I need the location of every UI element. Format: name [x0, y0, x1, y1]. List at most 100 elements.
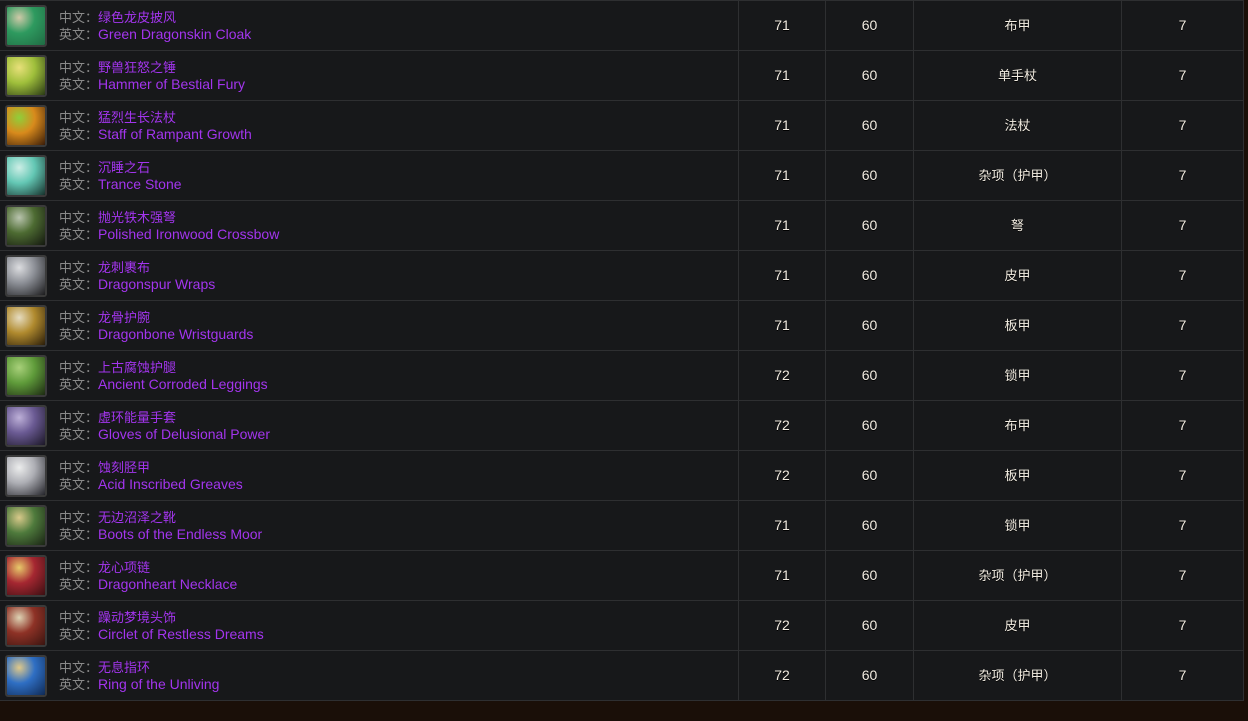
- english-label: 英文：: [59, 76, 99, 92]
- item-name-english-line: 英文：Dragonspur Wraps: [59, 276, 215, 293]
- circlet-of-restless-dreams-icon[interactable]: [5, 604, 47, 647]
- item-level-cell: 71: [738, 250, 826, 301]
- table-row[interactable]: 中文：龙刺裹布 英文：Dragonspur Wraps 71 60 皮甲 7: [0, 250, 1244, 301]
- item-type-value: 法杖: [1004, 118, 1031, 133]
- dragonspur-wraps-icon[interactable]: [5, 254, 47, 297]
- staff-of-rampant-growth-icon[interactable]: [5, 104, 47, 147]
- item-name-english[interactable]: Gloves of Delusional Power: [98, 426, 270, 442]
- item-name-chinese-line: 中文：沉睡之石: [59, 159, 182, 176]
- required-level-cell: 60: [825, 0, 914, 51]
- item-cell: 中文：无息指环 英文：Ring of the Unliving: [0, 650, 739, 701]
- required-level-cell: 60: [825, 500, 914, 551]
- table-row[interactable]: 中文：龙骨护腕 英文：Dragonbone Wristguards 71 60 板甲 7: [0, 300, 1244, 351]
- item-level-value: 72: [774, 617, 790, 633]
- table-row[interactable]: 中文：猛烈生长法杖 英文：Staff of Rampant Growth 71 60 法…: [0, 100, 1244, 151]
- item-name-chinese-line: 中文：龙心项链: [59, 559, 237, 576]
- item-name-chinese[interactable]: 虚环能量手套: [98, 410, 176, 425]
- item-type-cell: 皮甲: [913, 250, 1122, 301]
- dragonbone-wristguards-icon[interactable]: [5, 304, 47, 347]
- item-name-chinese[interactable]: 龙骨护腕: [98, 310, 150, 325]
- item-name-chinese[interactable]: 沉睡之石: [98, 160, 150, 175]
- chinese-label: 中文：: [59, 509, 99, 525]
- item-name-chinese[interactable]: 龙心项链: [98, 560, 150, 575]
- chinese-label: 中文：: [59, 259, 99, 275]
- item-count-cell: 7: [1121, 100, 1244, 151]
- item-count-cell: 7: [1121, 0, 1244, 51]
- item-name-chinese[interactable]: 上古腐蚀护腿: [98, 360, 176, 375]
- item-name-english[interactable]: Staff of Rampant Growth: [98, 126, 252, 142]
- table-row[interactable]: 中文：沉睡之石 英文：Trance Stone 71 60 杂项（护甲） 7: [0, 150, 1244, 201]
- chinese-label: 中文：: [59, 659, 99, 675]
- trance-stone-icon[interactable]: [5, 154, 47, 197]
- ring-of-the-unliving-icon[interactable]: [5, 654, 47, 697]
- item-name-english[interactable]: Green Dragonskin Cloak: [98, 26, 251, 42]
- item-type-value: 锁甲: [1004, 518, 1031, 533]
- item-name-english[interactable]: Dragonbone Wristguards: [98, 326, 253, 342]
- item-name-english[interactable]: Trance Stone: [98, 176, 182, 192]
- item-list-table: 中文：绿色龙皮披风 英文：Green Dragonskin Cloak 71 60 布甲…: [0, 0, 1244, 701]
- item-cell: 中文：无边沼泽之靴 英文：Boots of the Endless Moor: [0, 500, 739, 551]
- icon-art: [7, 456, 45, 495]
- item-name-chinese[interactable]: 绿色龙皮披风: [98, 10, 176, 25]
- item-type-cell: 布甲: [913, 400, 1122, 451]
- item-name-english[interactable]: Polished Ironwood Crossbow: [98, 226, 279, 242]
- icon-art: [7, 306, 45, 345]
- table-row[interactable]: 中文：龙心项链 英文：Dragonheart Necklace 71 60 杂项（护甲）…: [0, 550, 1244, 601]
- table-row[interactable]: 中文：抛光铁木强弩 英文：Polished Ironwood Crossbow 71…: [0, 200, 1244, 251]
- green-dragonskin-cloak-icon[interactable]: [5, 4, 47, 47]
- item-cell: 中文：龙骨护腕 英文：Dragonbone Wristguards: [0, 300, 739, 351]
- item-cell-content: 中文：龙心项链 英文：Dragonheart Necklace: [0, 551, 738, 600]
- item-name-chinese[interactable]: 无息指环: [98, 660, 150, 675]
- english-label: 英文：: [59, 626, 99, 642]
- english-label: 英文：: [59, 476, 99, 492]
- item-name-chinese[interactable]: 龙刺裹布: [98, 260, 150, 275]
- polished-ironwood-crossbow-icon[interactable]: [5, 204, 47, 247]
- table-row[interactable]: 中文：绿色龙皮披风 英文：Green Dragonskin Cloak 71 60 布甲…: [0, 0, 1244, 51]
- table-row[interactable]: 中文：躁动梦境头饰 英文：Circlet of Restless Dreams 72…: [0, 600, 1244, 651]
- item-name-chinese-line: 中文：上古腐蚀护腿: [59, 359, 268, 376]
- item-level-cell: 71: [738, 150, 826, 201]
- required-level-value: 60: [861, 667, 878, 683]
- item-level-value: 71: [774, 67, 790, 83]
- required-level-value: 60: [861, 167, 878, 183]
- required-level-value: 60: [861, 417, 878, 433]
- item-name-chinese[interactable]: 蚀刻胫甲: [98, 460, 150, 475]
- item-name-chinese[interactable]: 无边沼泽之靴: [98, 510, 176, 525]
- item-count-value: 7: [1178, 667, 1187, 683]
- hammer-of-bestial-fury-icon[interactable]: [5, 54, 47, 97]
- item-name-english[interactable]: Hammer of Bestial Fury: [98, 76, 245, 92]
- gloves-of-delusional-power-icon[interactable]: [5, 404, 47, 447]
- item-name-english[interactable]: Dragonheart Necklace: [98, 576, 237, 592]
- item-name-english[interactable]: Boots of the Endless Moor: [98, 526, 262, 542]
- acid-inscribed-greaves-icon[interactable]: [5, 454, 47, 497]
- english-label: 英文：: [59, 326, 99, 342]
- ancient-corroded-leggings-icon[interactable]: [5, 354, 47, 397]
- dragonheart-necklace-icon[interactable]: [5, 554, 47, 597]
- table-row[interactable]: 中文：蚀刻胫甲 英文：Acid Inscribed Greaves 72 60 板甲 7: [0, 450, 1244, 501]
- required-level-cell: 60: [825, 550, 914, 601]
- item-name-english-line: 英文：Ring of the Unliving: [59, 676, 219, 693]
- item-names: 中文：无边沼泽之靴 英文：Boots of the Endless Moor: [59, 509, 262, 543]
- boots-of-the-endless-moor-icon[interactable]: [5, 504, 47, 547]
- table-row[interactable]: 中文：上古腐蚀护腿 英文：Ancient Corroded Leggings 72 6…: [0, 350, 1244, 401]
- item-name-chinese[interactable]: 躁动梦境头饰: [98, 610, 176, 625]
- required-level-value: 60: [861, 17, 878, 33]
- item-name-english[interactable]: Acid Inscribed Greaves: [98, 476, 243, 492]
- item-name-chinese[interactable]: 猛烈生长法杖: [98, 110, 176, 125]
- item-level-cell: 72: [738, 350, 826, 401]
- item-count-value: 7: [1178, 167, 1187, 183]
- item-name-english[interactable]: Dragonspur Wraps: [98, 276, 215, 292]
- item-cell: 中文：蚀刻胫甲 英文：Acid Inscribed Greaves: [0, 450, 739, 501]
- table-row[interactable]: 中文：虚环能量手套 英文：Gloves of Delusional Power 72…: [0, 400, 1244, 451]
- item-name-english[interactable]: Ring of the Unliving: [98, 676, 219, 692]
- item-name-chinese-line: 中文：绿色龙皮披风: [59, 9, 251, 26]
- item-cell: 中文：龙心项链 英文：Dragonheart Necklace: [0, 550, 739, 601]
- item-name-chinese[interactable]: 野兽狂怒之锤: [98, 60, 176, 75]
- item-name-english[interactable]: Ancient Corroded Leggings: [98, 376, 268, 392]
- item-name-english[interactable]: Circlet of Restless Dreams: [98, 626, 264, 642]
- table-row[interactable]: 中文：无边沼泽之靴 英文：Boots of the Endless Moor 71 6…: [0, 500, 1244, 551]
- table-row[interactable]: 中文：野兽狂怒之锤 英文：Hammer of Bestial Fury 71 60 单手…: [0, 50, 1244, 101]
- item-count-value: 7: [1178, 517, 1187, 533]
- table-row[interactable]: 中文：无息指环 英文：Ring of the Unliving 72 60 杂项（护甲）…: [0, 650, 1244, 701]
- item-name-chinese[interactable]: 抛光铁木强弩: [98, 210, 176, 225]
